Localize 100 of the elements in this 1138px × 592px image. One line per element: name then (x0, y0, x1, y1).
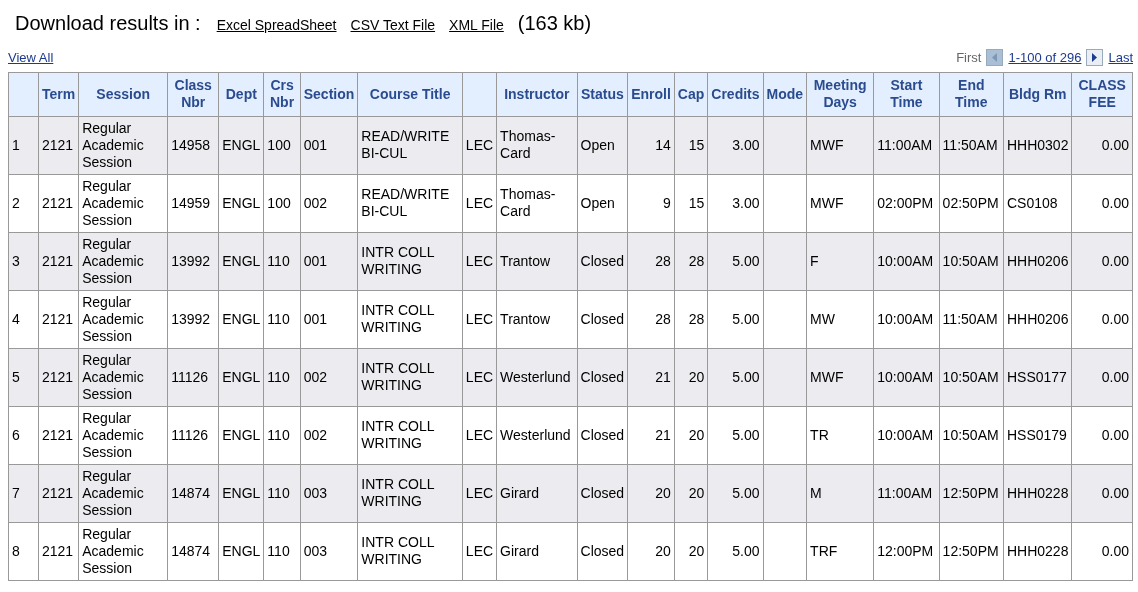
table-cell: Closed (577, 464, 628, 522)
table-cell: Closed (577, 348, 628, 406)
table-cell: 1 (8, 116, 39, 174)
table-cell: INTR COLL WRITING (357, 522, 463, 580)
table-cell: 6 (8, 406, 39, 464)
table-cell: 001 (300, 290, 358, 348)
table-cell: 3.00 (707, 174, 763, 232)
table-cell: LEC (462, 290, 497, 348)
left-triangle-icon (991, 53, 999, 63)
column-header: Term (38, 72, 79, 116)
column-header: Enroll (627, 72, 675, 116)
table-cell: 15 (674, 116, 708, 174)
table-cell: Regular Academic Session (78, 464, 168, 522)
table-cell: 15 (674, 174, 708, 232)
column-header: Meeting Days (806, 72, 874, 116)
table-cell: 002 (300, 348, 358, 406)
column-header: Session (78, 72, 168, 116)
table-cell: 20 (627, 464, 675, 522)
table-cell: 20 (674, 348, 708, 406)
table-cell: 110 (263, 464, 301, 522)
table-cell: M (806, 464, 874, 522)
table-cell: MWF (806, 174, 874, 232)
view-all-link[interactable]: View All (8, 48, 54, 68)
table-cell: 3.00 (707, 116, 763, 174)
table-cell: ENGL (218, 522, 264, 580)
table-cell: 11:50AM (939, 116, 1004, 174)
table-cell: INTR COLL WRITING (357, 232, 463, 290)
table-cell: 28 (627, 290, 675, 348)
table-cell: 100 (263, 174, 301, 232)
table-cell: 20 (674, 522, 708, 580)
table-cell: 13992 (167, 290, 219, 348)
column-header: CLASS FEE (1071, 72, 1133, 116)
table-cell: 0.00 (1071, 290, 1133, 348)
table-cell: LEC (462, 232, 497, 290)
table-cell: INTR COLL WRITING (357, 464, 463, 522)
table-cell: 12:00PM (873, 522, 940, 580)
table-cell: 12:50PM (939, 522, 1004, 580)
column-header: Credits (707, 72, 763, 116)
page-range-link[interactable]: 1-100 of 296 (1008, 48, 1082, 68)
table-cell: 5.00 (707, 348, 763, 406)
next-button[interactable] (1086, 49, 1104, 67)
table-cell: 110 (263, 348, 301, 406)
table-cell: HHH0206 (1003, 232, 1072, 290)
column-header: Cap (674, 72, 708, 116)
table-cell: ENGL (218, 174, 264, 232)
table-cell: 2121 (38, 290, 79, 348)
table-cell: 20 (674, 464, 708, 522)
table-cell: 11:00AM (873, 464, 940, 522)
table-cell: Regular Academic Session (78, 116, 168, 174)
download-label: Download results in : (15, 11, 201, 36)
table-cell: 14874 (167, 464, 219, 522)
table-cell: Regular Academic Session (78, 348, 168, 406)
table-cell: Regular Academic Session (78, 406, 168, 464)
column-header: Start Time (873, 72, 940, 116)
table-cell: HHH0228 (1003, 464, 1072, 522)
table-cell: 5.00 (707, 522, 763, 580)
table-cell: 100 (263, 116, 301, 174)
table-cell: Westerlund (496, 406, 578, 464)
table-cell: F (806, 232, 874, 290)
table-cell: 110 (263, 232, 301, 290)
table-cell: Trantow (496, 232, 578, 290)
table-cell: 0.00 (1071, 174, 1133, 232)
table-cell: ENGL (218, 464, 264, 522)
table-cell: 003 (300, 464, 358, 522)
last-link[interactable]: Last (1108, 48, 1133, 68)
table-cell: 10:00AM (873, 348, 940, 406)
table-cell: Regular Academic Session (78, 174, 168, 232)
table-cell: Girard (496, 464, 578, 522)
table-cell: 0.00 (1071, 522, 1133, 580)
table-cell: Regular Academic Session (78, 522, 168, 580)
table-cell: CS0108 (1003, 174, 1072, 232)
table-cell: INTR COLL WRITING (357, 406, 463, 464)
table-cell: 11:50AM (939, 290, 1004, 348)
column-header: Status (577, 72, 628, 116)
column-header: Dept (218, 72, 264, 116)
table-cell: TR (806, 406, 874, 464)
download-link[interactable]: XML File (449, 15, 504, 36)
table-cell: 4 (8, 290, 39, 348)
column-header: Class Nbr (167, 72, 219, 116)
table-cell: 11:00AM (873, 116, 940, 174)
download-link[interactable]: Excel SpreadSheet (216, 15, 337, 36)
table-cell: LEC (462, 174, 497, 232)
download-link[interactable]: CSV Text File (350, 15, 436, 36)
table-cell: 21 (627, 406, 675, 464)
table-cell: HHH0228 (1003, 522, 1072, 580)
table-cell: 10:00AM (873, 406, 940, 464)
table-cell: 20 (627, 522, 675, 580)
table-cell: LEC (462, 464, 497, 522)
table-cell: Thomas-Card (496, 174, 578, 232)
table-cell: 20 (674, 406, 708, 464)
table-cell: 12:50PM (939, 464, 1004, 522)
table-cell: 110 (263, 406, 301, 464)
table-cell: 5.00 (707, 406, 763, 464)
table-cell: 10:50AM (939, 348, 1004, 406)
table-cell: 11126 (167, 406, 219, 464)
table-cell: 002 (300, 174, 358, 232)
table-cell: 0.00 (1071, 464, 1133, 522)
table-cell: TRF (806, 522, 874, 580)
table-cell: Trantow (496, 290, 578, 348)
table-cell: 10:50AM (939, 232, 1004, 290)
